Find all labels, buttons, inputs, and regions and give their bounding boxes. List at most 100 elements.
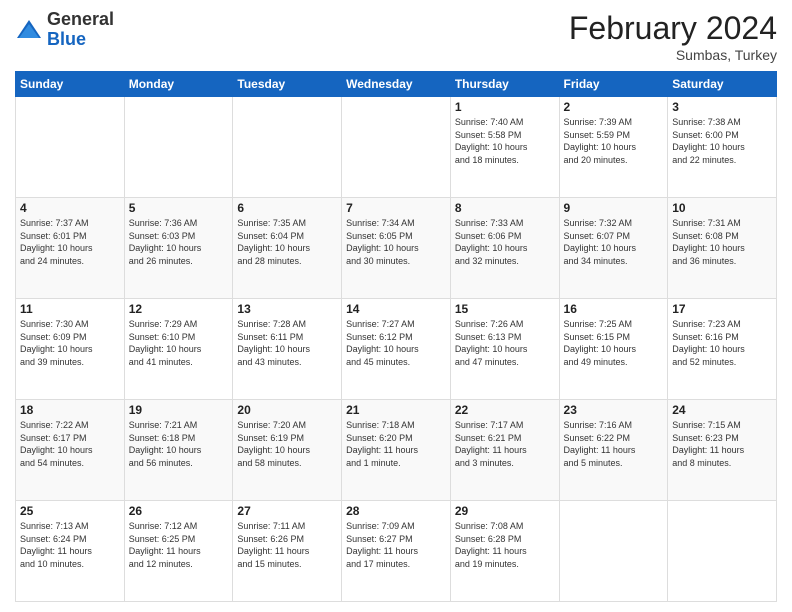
calendar-cell	[668, 501, 777, 602]
calendar-cell	[16, 97, 125, 198]
day-of-week-header: Wednesday	[342, 72, 451, 97]
calendar-cell: 8Sunrise: 7:33 AM Sunset: 6:06 PM Daylig…	[450, 198, 559, 299]
day-number: 7	[346, 201, 446, 215]
calendar-cell: 29 Sunrise: 7:08 AM Sunset: 6:28 PM Dayli…	[450, 501, 559, 602]
calendar-cell: 21 Sunrise: 7:18 AM Sunset: 6:20 PM Dayli…	[342, 400, 451, 501]
day-info: Sunrise: 7:38 AM Sunset: 6:00 PM Dayligh…	[672, 116, 772, 166]
day-number: 29	[455, 504, 555, 518]
day-info: Sunrise: 7:28 AM Sunset: 6:11 PM Dayligh…	[237, 318, 337, 368]
calendar-cell: 9 Sunrise: 7:32 AM Sunset: 6:07 PM Daylig…	[559, 198, 668, 299]
calendar-cell: 1Sunrise: 7:40 AM Sunset: 5:58 PM Daylig…	[450, 97, 559, 198]
day-number: 28	[346, 504, 446, 518]
day-info: Sunrise: 7:34 AM Sunset: 6:05 PM Dayligh…	[346, 217, 446, 267]
day-number: 18	[20, 403, 120, 417]
day-info: Sunrise: 7:32 AM Sunset: 6:07 PM Dayligh…	[564, 217, 664, 267]
calendar-cell: 26 Sunrise: 7:12 AM Sunset: 6:25 PM Dayli…	[124, 501, 233, 602]
calendar-table: SundayMondayTuesdayWednesdayThursdayFrid…	[15, 71, 777, 602]
day-info: Sunrise: 7:27 AM Sunset: 6:12 PM Dayligh…	[346, 318, 446, 368]
calendar-cell: 11Sunrise: 7:30 AM Sunset: 6:09 PM Dayli…	[16, 299, 125, 400]
calendar-cell: 23 Sunrise: 7:16 AM Sunset: 6:22 PM Dayli…	[559, 400, 668, 501]
header: General Blue February 2024 Sumbas, Turke…	[15, 10, 777, 63]
day-info: Sunrise: 7:09 AM Sunset: 6:27 PM Dayligh…	[346, 520, 446, 570]
day-number: 24	[672, 403, 772, 417]
day-number: 26	[129, 504, 229, 518]
logo-blue-text: Blue	[47, 29, 86, 49]
calendar-cell: 16 Sunrise: 7:25 AM Sunset: 6:15 PM Dayli…	[559, 299, 668, 400]
day-info: Sunrise: 7:29 AM Sunset: 6:10 PM Dayligh…	[129, 318, 229, 368]
day-number: 17	[672, 302, 772, 316]
day-number: 5	[129, 201, 229, 215]
day-of-week-header: Sunday	[16, 72, 125, 97]
day-number: 27	[237, 504, 337, 518]
day-info: Sunrise: 7:20 AM Sunset: 6:19 PM Dayligh…	[237, 419, 337, 469]
day-number: 1	[455, 100, 555, 114]
calendar-cell: 2Sunrise: 7:39 AM Sunset: 5:59 PM Daylig…	[559, 97, 668, 198]
day-info: Sunrise: 7:21 AM Sunset: 6:18 PM Dayligh…	[129, 419, 229, 469]
day-number: 23	[564, 403, 664, 417]
day-number: 6	[237, 201, 337, 215]
day-info: Sunrise: 7:12 AM Sunset: 6:25 PM Dayligh…	[129, 520, 229, 570]
calendar-cell: 15 Sunrise: 7:26 AM Sunset: 6:13 PM Dayli…	[450, 299, 559, 400]
logo-general-text: General	[47, 9, 114, 29]
day-number: 20	[237, 403, 337, 417]
calendar-week-row: 4Sunrise: 7:37 AM Sunset: 6:01 PM Daylig…	[16, 198, 777, 299]
calendar-week-row: 1Sunrise: 7:40 AM Sunset: 5:58 PM Daylig…	[16, 97, 777, 198]
day-number: 19	[129, 403, 229, 417]
day-info: Sunrise: 7:35 AM Sunset: 6:04 PM Dayligh…	[237, 217, 337, 267]
calendar-cell: 27 Sunrise: 7:11 AM Sunset: 6:26 PM Dayli…	[233, 501, 342, 602]
page: General Blue February 2024 Sumbas, Turke…	[0, 0, 792, 612]
day-number: 14	[346, 302, 446, 316]
day-info: Sunrise: 7:16 AM Sunset: 6:22 PM Dayligh…	[564, 419, 664, 469]
calendar-cell	[233, 97, 342, 198]
day-info: Sunrise: 7:37 AM Sunset: 6:01 PM Dayligh…	[20, 217, 120, 267]
day-info: Sunrise: 7:11 AM Sunset: 6:26 PM Dayligh…	[237, 520, 337, 570]
day-number: 22	[455, 403, 555, 417]
calendar-cell: 4Sunrise: 7:37 AM Sunset: 6:01 PM Daylig…	[16, 198, 125, 299]
day-number: 11	[20, 302, 120, 316]
day-number: 10	[672, 201, 772, 215]
calendar-cell: 7 Sunrise: 7:34 AM Sunset: 6:05 PM Daylig…	[342, 198, 451, 299]
day-number: 9	[564, 201, 664, 215]
day-info: Sunrise: 7:15 AM Sunset: 6:23 PM Dayligh…	[672, 419, 772, 469]
day-info: Sunrise: 7:08 AM Sunset: 6:28 PM Dayligh…	[455, 520, 555, 570]
calendar-cell: 5 Sunrise: 7:36 AM Sunset: 6:03 PM Daylig…	[124, 198, 233, 299]
logo-text: General Blue	[47, 10, 114, 50]
day-number: 13	[237, 302, 337, 316]
day-info: Sunrise: 7:13 AM Sunset: 6:24 PM Dayligh…	[20, 520, 120, 570]
day-number: 2	[564, 100, 664, 114]
day-number: 16	[564, 302, 664, 316]
day-info: Sunrise: 7:18 AM Sunset: 6:20 PM Dayligh…	[346, 419, 446, 469]
day-info: Sunrise: 7:31 AM Sunset: 6:08 PM Dayligh…	[672, 217, 772, 267]
calendar-header-row: SundayMondayTuesdayWednesdayThursdayFrid…	[16, 72, 777, 97]
calendar-cell: 18Sunrise: 7:22 AM Sunset: 6:17 PM Dayli…	[16, 400, 125, 501]
day-info: Sunrise: 7:17 AM Sunset: 6:21 PM Dayligh…	[455, 419, 555, 469]
day-number: 3	[672, 100, 772, 114]
day-number: 15	[455, 302, 555, 316]
day-of-week-header: Friday	[559, 72, 668, 97]
calendar-cell: 19 Sunrise: 7:21 AM Sunset: 6:18 PM Dayli…	[124, 400, 233, 501]
calendar-cell	[342, 97, 451, 198]
calendar-week-row: 18Sunrise: 7:22 AM Sunset: 6:17 PM Dayli…	[16, 400, 777, 501]
calendar-cell: 24 Sunrise: 7:15 AM Sunset: 6:23 PM Dayli…	[668, 400, 777, 501]
day-of-week-header: Thursday	[450, 72, 559, 97]
day-number: 25	[20, 504, 120, 518]
month-title: February 2024	[569, 10, 777, 47]
location: Sumbas, Turkey	[569, 47, 777, 63]
day-of-week-header: Saturday	[668, 72, 777, 97]
logo-icon	[15, 16, 43, 44]
day-info: Sunrise: 7:25 AM Sunset: 6:15 PM Dayligh…	[564, 318, 664, 368]
calendar-cell: 22 Sunrise: 7:17 AM Sunset: 6:21 PM Dayli…	[450, 400, 559, 501]
day-info: Sunrise: 7:23 AM Sunset: 6:16 PM Dayligh…	[672, 318, 772, 368]
calendar-cell	[559, 501, 668, 602]
day-number: 21	[346, 403, 446, 417]
day-info: Sunrise: 7:36 AM Sunset: 6:03 PM Dayligh…	[129, 217, 229, 267]
calendar-cell: 12Sunrise: 7:29 AM Sunset: 6:10 PM Dayli…	[124, 299, 233, 400]
calendar-cell: 25 Sunrise: 7:13 AM Sunset: 6:24 PM Dayli…	[16, 501, 125, 602]
calendar-cell: 10 Sunrise: 7:31 AM Sunset: 6:08 PM Dayli…	[668, 198, 777, 299]
day-info: Sunrise: 7:26 AM Sunset: 6:13 PM Dayligh…	[455, 318, 555, 368]
title-block: February 2024 Sumbas, Turkey	[569, 10, 777, 63]
day-info: Sunrise: 7:33 AM Sunset: 6:06 PM Dayligh…	[455, 217, 555, 267]
calendar-cell: 6 Sunrise: 7:35 AM Sunset: 6:04 PM Daylig…	[233, 198, 342, 299]
calendar-cell: 17 Sunrise: 7:23 AM Sunset: 6:16 PM Dayli…	[668, 299, 777, 400]
logo: General Blue	[15, 10, 114, 50]
